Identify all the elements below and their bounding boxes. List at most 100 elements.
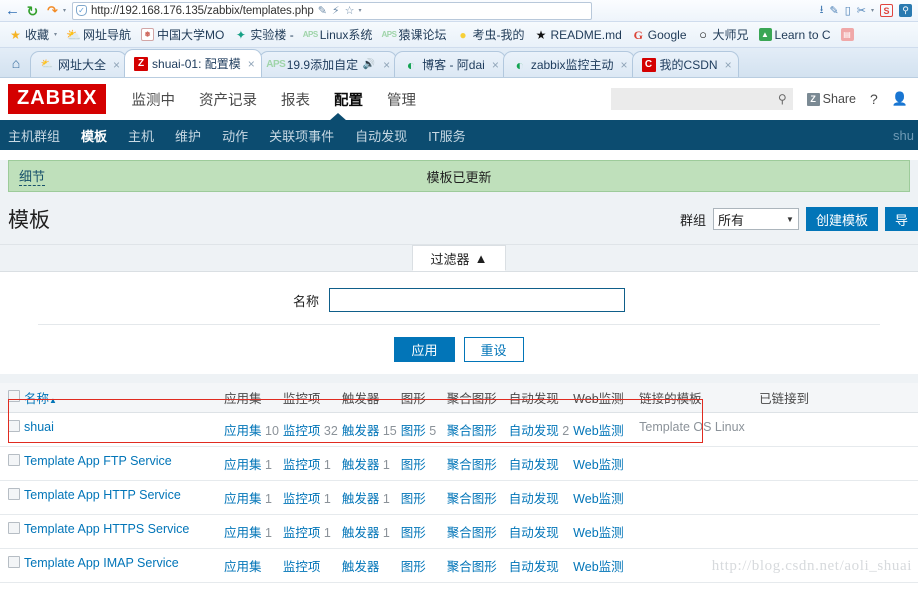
row-graphs[interactable]: 图形 5 [398,412,445,447]
select-all-checkbox[interactable] [8,390,20,402]
row-web[interactable]: Web监测 [571,514,638,549]
row-applications[interactable]: 应用集 1 [222,514,281,549]
bookmark-linux[interactable]: APS Linux系统 [300,24,377,45]
bookmark-yuanke[interactable]: APS 猿课论坛 [378,24,450,45]
row-discovery[interactable]: 自动发现 [506,446,572,481]
address-bar[interactable]: ✓ http://192.168.176.135/zabbix/template… [72,1,593,20]
row-name[interactable]: Template App HTTPS Service [22,514,222,549]
search-icon[interactable]: ⚲ [778,92,787,106]
s-badge-icon[interactable]: S [880,4,893,17]
table-row[interactable]: shuai 应用集 10 监控项 32 触发器 15 图形 5 聚合图形 自动发… [0,412,918,447]
row-discovery[interactable]: 自动发现 [506,480,572,515]
bookmark-kaochong[interactable]: ● 考虫-我的 [452,24,528,45]
bookmark-favorites[interactable]: ★ 收藏 ▾ [5,24,61,45]
forward-icon[interactable]: ↷ [44,2,61,19]
row-items[interactable]: 监控项 32 [280,412,340,447]
browser-tab-0[interactable]: ⛅ 网址大全 × [30,51,128,77]
bookmark-readme[interactable]: ★ README.md [530,26,625,44]
row-graphs[interactable]: 图形 [398,548,445,583]
search-input[interactable] [616,91,778,107]
create-template-button[interactable]: 创建模板 [805,207,878,231]
bookmark-dashixiong[interactable]: ○ 大师兄 [693,24,753,45]
row-screens[interactable]: 聚合图形 [444,412,507,447]
nav-item-monitoring[interactable]: 监测中 [130,87,176,112]
user-icon[interactable]: 👤 [892,91,908,107]
reset-button[interactable]: 重设 [463,337,524,362]
note-icon[interactable]: ▯ [845,4,851,17]
close-icon[interactable]: × [110,58,120,72]
home-icon[interactable]: ⌂ [2,49,30,77]
nav-item-inventory[interactable]: 资产记录 [198,87,258,112]
subnav-item-hosts[interactable]: 主机 [128,126,154,145]
close-icon[interactable]: × [489,58,499,72]
subnav-item-actions[interactable]: 动作 [222,126,248,145]
browser-tab-1-active[interactable]: Z shuai-01: 配置模 × [124,49,262,77]
subnav-item-event-correlation[interactable]: 关联项事件 [269,126,334,145]
row-name[interactable]: Template App HTTP Service [22,480,222,515]
import-button[interactable]: 导 [884,207,918,231]
row-checkbox[interactable] [8,522,20,534]
row-items[interactable]: 监控项 1 [280,446,340,481]
row-applications[interactable]: 应用集 10 [222,412,281,447]
row-triggers[interactable]: 触发器 1 [339,514,399,549]
global-search[interactable]: ⚲ [610,88,793,110]
close-icon[interactable]: × [380,58,390,72]
row-checkbox[interactable] [8,454,20,466]
row-name[interactable]: Template App FTP Service [22,446,222,481]
row-screens[interactable]: 聚合图形 [444,514,507,549]
lightning-icon[interactable]: ⚡ [332,4,340,17]
apply-button[interactable]: 应用 [394,337,455,362]
chevron-down-icon[interactable]: ▾ [54,31,57,38]
bookmark-learn-to-c[interactable]: ▲ Learn to C [755,26,835,44]
message-details-link[interactable]: 细节 [19,166,46,186]
row-web[interactable]: Web监测 [571,446,638,481]
row-linked-templates[interactable]: Template OS Linux [637,412,758,447]
subnav-item-maintenance[interactable]: 维护 [175,126,201,145]
zabbix-logo[interactable]: ZABBIX [8,84,107,114]
bookmark-shiyanlou[interactable]: ✦ 实验楼 - [230,24,297,45]
nav-item-administration[interactable]: 管理 [386,87,417,112]
scissors-icon[interactable]: ✂ [857,4,866,17]
pen-icon[interactable]: ✎ [318,4,327,17]
row-triggers[interactable]: 触发器 1 [339,480,399,515]
chevron-down-icon[interactable]: ▾ [871,7,874,14]
row-items[interactable]: 监控项 [280,548,340,583]
row-checkbox[interactable] [8,556,20,568]
row-web[interactable]: Web监测 [571,548,638,583]
row-discovery[interactable]: 自动发现 [506,548,572,583]
reload-icon[interactable]: ↻ [24,2,41,19]
browser-tab-5[interactable]: C 我的CSDN × [631,51,739,77]
bookmark-cn-university[interactable]: ❅ 中国大学MO [137,24,228,45]
nav-item-reports[interactable]: 报表 [280,87,311,112]
subnav-item-discovery[interactable]: 自动发现 [355,126,407,145]
close-icon[interactable]: × [245,57,255,71]
nav-item-configuration[interactable]: 配置 [333,87,364,112]
row-screens[interactable]: 聚合图形 [444,446,507,481]
browser-tab-2[interactable]: APS 19.9添加自定 🔊 × [258,51,398,77]
row-graphs[interactable]: 图形 [398,514,445,549]
subnav-item-templates[interactable]: 模板 [81,126,107,145]
close-icon[interactable]: × [722,58,732,72]
row-applications[interactable]: 应用集 1 [222,480,281,515]
filter-tab[interactable]: 过滤器 ▲ [411,245,507,271]
pen-icon[interactable]: ✎ [829,4,838,17]
browser-tab-4[interactable]: ◐ zabbix监控主动 × [502,51,635,77]
row-triggers[interactable]: 触发器 15 [339,412,399,447]
row-triggers[interactable]: 触发器 [339,548,399,583]
row-name[interactable]: Template App IMAP Service [22,548,222,583]
close-icon[interactable]: × [618,58,628,72]
row-web[interactable]: Web监测 [571,480,638,515]
header-name[interactable]: 名称▲ [22,383,222,413]
row-graphs[interactable]: 图形 [398,480,445,515]
row-items[interactable]: 监控项 1 [280,514,340,549]
row-checkbox[interactable] [8,420,20,432]
row-applications[interactable]: 应用集 [222,548,281,583]
row-screens[interactable]: 聚合图形 [444,480,507,515]
subnav-item-it-services[interactable]: IT服务 [428,126,466,145]
bookmark-overflow[interactable]: ▤ [837,26,858,43]
browser-tab-3[interactable]: ◐ 博客 - 阿dai × [394,51,506,77]
row-graphs[interactable]: 图形 [398,446,445,481]
table-row[interactable]: Template App HTTP Service 应用集 1 监控项 1 触发… [0,480,918,515]
row-applications[interactable]: 应用集 1 [222,446,281,481]
speaker-icon[interactable]: 🔊 [362,58,376,72]
